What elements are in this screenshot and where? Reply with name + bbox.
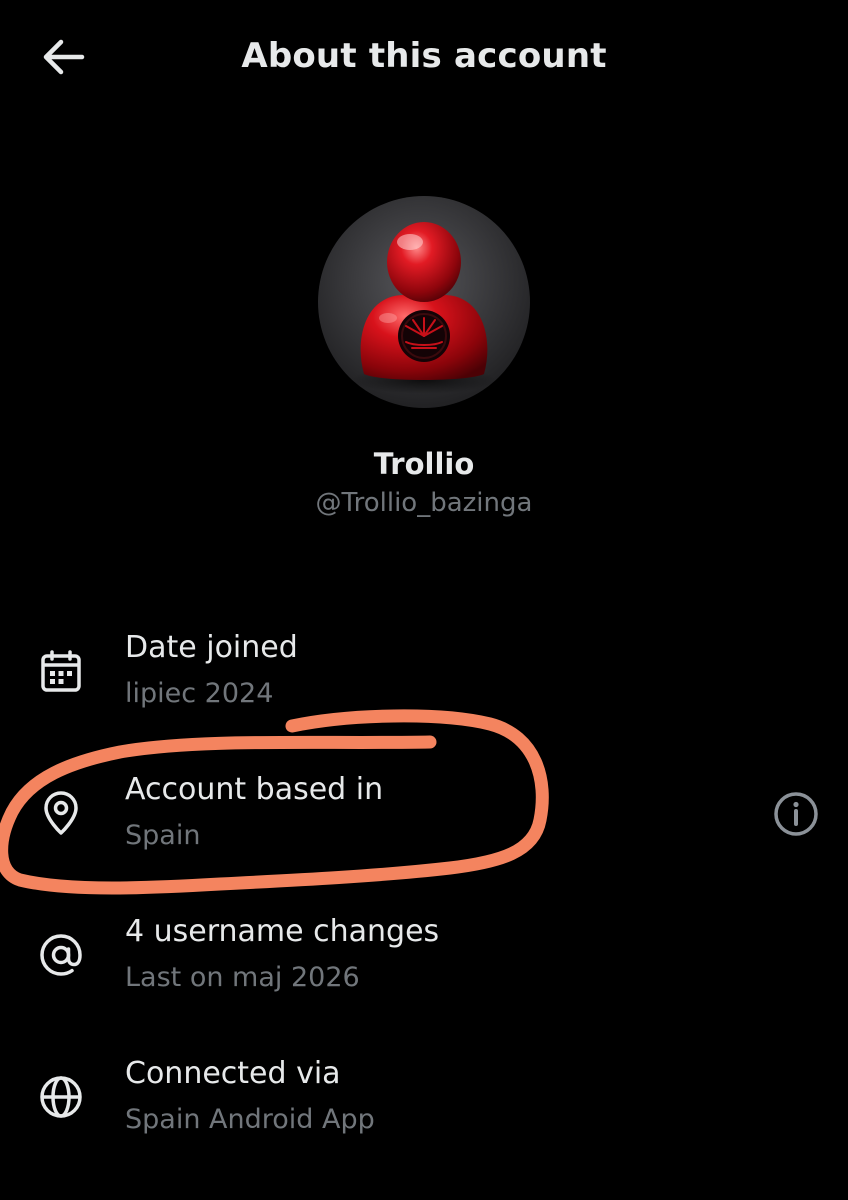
username-changes-title: 4 username changes: [125, 914, 440, 949]
profile-name: Trollio: [373, 447, 475, 481]
top-bar: About this account: [0, 0, 848, 112]
account-based-in-value: Spain: [125, 820, 201, 851]
info-button[interactable]: [772, 790, 820, 838]
at-sign-icon: [36, 930, 86, 980]
location-pin-icon: [36, 788, 86, 838]
avatar[interactable]: [318, 196, 530, 408]
date-joined-value: lipiec 2024: [125, 678, 274, 709]
connected-via-title: Connected via: [125, 1056, 341, 1091]
connected-via-value: Spain Android App: [125, 1104, 375, 1135]
username-changes-row: 4 username changes Last on maj 2026: [0, 904, 848, 1014]
username-changes-value: Last on maj 2026: [125, 962, 360, 993]
page-title: About this account: [241, 36, 607, 76]
calendar-icon: [36, 647, 86, 697]
account-based-in-row: Account based in Spain: [0, 762, 848, 872]
red-person-avatar: [352, 222, 496, 394]
date-joined-row: Date joined lipiec 2024: [0, 620, 848, 730]
date-joined-title: Date joined: [125, 630, 298, 665]
globe-icon: [36, 1072, 86, 1122]
account-based-in-title: Account based in: [125, 772, 384, 807]
profile-handle: @Trollio_bazinga: [315, 488, 533, 518]
connected-via-row: Connected via Spain Android App: [0, 1046, 848, 1156]
info-icon: [774, 792, 818, 836]
